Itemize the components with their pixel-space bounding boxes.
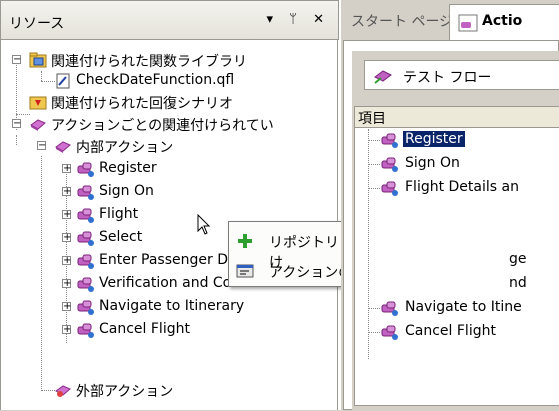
expand-toggle[interactable]: + xyxy=(62,325,71,335)
flow-row-label: Navigate to Itine xyxy=(405,299,522,315)
external-action-icon xyxy=(55,385,71,397)
flow-row-enter-passenger[interactable]: nd xyxy=(355,273,559,295)
flow-view: テスト フロー 項目 Register Sign On Flight Detai… xyxy=(352,51,559,411)
properties-icon xyxy=(236,264,254,278)
column-header-label: 項目 xyxy=(358,111,386,127)
flow-row-select[interactable]: ge xyxy=(355,249,559,271)
action-icon xyxy=(381,181,398,196)
action-icon xyxy=(77,254,94,269)
flow-row-register[interactable]: Register xyxy=(355,129,559,151)
panel-controls: ▾ ᛘ ✕ xyxy=(266,12,330,27)
flow-item-list: 項目 Register Sign On Flight Details an ge… xyxy=(354,106,559,406)
tree-label: Select xyxy=(99,229,143,245)
flow-row-cancel-flight[interactable]: Cancel Flight xyxy=(355,321,559,343)
tree-node-action-cancel-flight[interactable]: + Cancel Flight xyxy=(1,320,331,342)
recovery-scenario-icon xyxy=(29,96,47,110)
action-icon xyxy=(77,185,94,200)
tree-label: 関連付けられた回復シナリオ xyxy=(51,96,233,112)
add-plus-icon xyxy=(238,234,252,248)
resources-panel-header: リソース ▾ ᛘ ✕ xyxy=(0,0,339,40)
collapse-toggle[interactable]: − xyxy=(12,119,21,129)
function-library-icon xyxy=(29,52,47,68)
action-folder-icon xyxy=(30,119,46,131)
tree-node-internal-actions[interactable]: − 内部アクション xyxy=(1,136,331,158)
tab-label: Actio xyxy=(482,13,523,29)
tree-node-action-sign-on[interactable]: + Sign On xyxy=(1,182,331,204)
document-pane: テスト フロー 項目 Register Sign On Flight Detai… xyxy=(343,40,559,411)
tree-label: Flight xyxy=(99,206,139,222)
document-tab-bar: スタート ページ Actio xyxy=(341,0,559,40)
flow-row-navigate[interactable]: Navigate to Itine xyxy=(355,297,559,319)
action-icon xyxy=(381,301,398,316)
flow-selector-label: テスト フロー xyxy=(403,70,492,86)
tree-label: アクションごとの関連付けられてい xyxy=(51,118,274,134)
tree-label: Register xyxy=(99,160,157,176)
dropdown-icon[interactable]: ▾ xyxy=(266,12,279,27)
tree-label: Navigate to Itinerary xyxy=(99,298,245,314)
tree-label: 外部アクション xyxy=(76,384,174,400)
tree-label: CheckDateFunction.qfl xyxy=(76,72,235,88)
expand-toggle[interactable]: + xyxy=(62,256,71,266)
flow-row-label: ge xyxy=(509,251,527,267)
action-icon xyxy=(77,300,94,315)
tree-node-function-libraries[interactable]: − 関連付けられた関数ライブラリ xyxy=(1,50,331,72)
tree-node-per-action[interactable]: − アクションごとの関連付けられてい xyxy=(1,114,339,136)
pushpin-icon[interactable]: ᛘ xyxy=(289,12,303,27)
tree-node-qfl-file[interactable]: CheckDateFunction.qfl xyxy=(1,71,331,93)
tree-label: 関連付けられた関数ライブラリ xyxy=(51,54,247,70)
mouse-cursor-icon xyxy=(197,214,211,235)
action-icon xyxy=(77,277,94,292)
tree-node-action-register[interactable]: + Register xyxy=(1,159,331,181)
flow-row-sign-on[interactable]: Sign On xyxy=(355,153,559,175)
tree-label: Sign On xyxy=(99,183,154,199)
flow-selector[interactable]: テスト フロー xyxy=(364,60,559,90)
flow-row-label: Register xyxy=(403,131,465,147)
action-screen-icon xyxy=(458,14,478,32)
action-icon xyxy=(381,133,398,148)
collapse-toggle[interactable]: − xyxy=(37,141,46,151)
tree-node-recovery-scenarios[interactable]: 関連付けられた回復シナリオ xyxy=(1,92,331,114)
tree-node-external-actions[interactable]: 外部アクション xyxy=(1,380,331,402)
action-icon xyxy=(77,162,94,177)
document-area: スタート ページ Actio テスト フロー 項目 Register Sign … xyxy=(341,0,559,411)
tree-label: Cancel Flight xyxy=(99,321,190,337)
tree-node-action-navigate[interactable]: + Navigate to Itinerary xyxy=(1,297,331,319)
action-icon xyxy=(77,323,94,338)
expand-toggle[interactable]: + xyxy=(62,164,71,174)
expand-toggle[interactable]: + xyxy=(62,210,71,220)
qfl-file-icon xyxy=(56,73,70,89)
action-icon xyxy=(77,208,94,223)
flow-row-label: Cancel Flight xyxy=(405,323,496,339)
expand-toggle[interactable]: + xyxy=(62,233,71,243)
expand-toggle[interactable]: + xyxy=(62,279,71,289)
expand-toggle[interactable]: + xyxy=(62,302,71,312)
action-icon xyxy=(381,157,398,172)
flow-row-label: Flight Details an xyxy=(405,179,519,195)
tab-action-screen[interactable]: Actio xyxy=(449,4,559,40)
resources-panel: リソース ▾ ᛘ ✕ − 関連付けられた関数ライブラリ CheckDateFun… xyxy=(0,0,490,410)
action-folder-icon xyxy=(55,141,71,153)
action-icon xyxy=(77,231,94,246)
flow-row-label: Sign On xyxy=(405,155,460,171)
tab-start-page[interactable]: スタート ページ xyxy=(351,11,453,31)
close-icon[interactable]: ✕ xyxy=(313,12,330,27)
panel-title: リソース xyxy=(9,16,65,32)
collapse-toggle[interactable]: − xyxy=(12,55,21,65)
test-flow-icon xyxy=(374,70,392,84)
expand-toggle[interactable]: + xyxy=(62,187,71,197)
column-header[interactable]: 項目 xyxy=(355,107,559,128)
tree-label: 内部アクション xyxy=(76,140,174,156)
action-icon xyxy=(381,325,398,340)
flow-row-label: nd xyxy=(509,275,527,291)
flow-row-flight-details[interactable]: Flight Details an xyxy=(355,177,559,199)
